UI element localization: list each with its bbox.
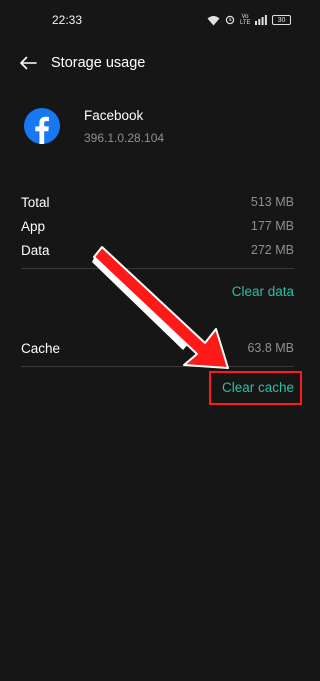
annotation-arrow — [92, 246, 229, 369]
red-arrow-icon — [92, 246, 229, 369]
highlight-box — [209, 371, 302, 405]
